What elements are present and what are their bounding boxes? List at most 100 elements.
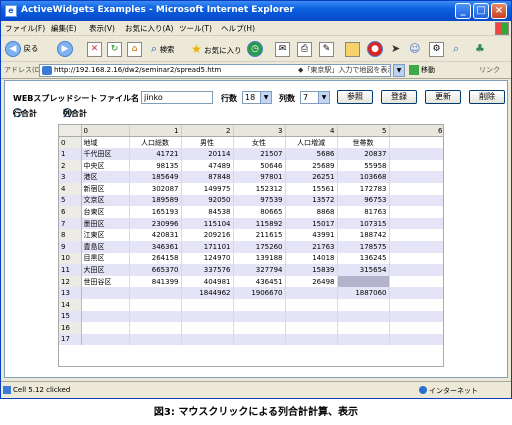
grid-cell[interactable]: 26251	[285, 171, 338, 183]
grid-cell[interactable]: 43991	[285, 229, 338, 241]
grid-cell[interactable]: 台東区	[81, 206, 130, 218]
home-button[interactable]: ⌂	[127, 40, 142, 58]
column-header[interactable]: 4	[285, 125, 338, 138]
grid-cell[interactable]	[181, 298, 234, 311]
grid-cell[interactable]: 千代田区	[81, 148, 130, 160]
grid-cell[interactable]	[337, 298, 390, 311]
grid-cell[interactable]	[389, 171, 443, 183]
stop-button[interactable]: ✕	[87, 40, 102, 58]
grid-cell[interactable]	[285, 287, 338, 299]
grid-cell[interactable]: 41721	[129, 148, 182, 160]
grid-cell[interactable]: 世帯数	[337, 136, 390, 149]
row-header[interactable]: 12	[59, 275, 82, 288]
grid-cell[interactable]: 315654	[337, 264, 390, 276]
stop-sign-button[interactable]: ●	[367, 40, 383, 58]
back-button[interactable]: ◀ 戻る	[5, 40, 38, 58]
grid-cell[interactable]: 50646	[233, 159, 286, 172]
grid-cell[interactable]: 豊島区	[81, 240, 130, 253]
grid-cell[interactable]: 1844962	[181, 287, 234, 299]
grid-cell[interactable]: 841399	[129, 275, 182, 288]
grid-cell[interactable]	[337, 322, 390, 334]
grid-cell[interactable]: 149975	[181, 182, 234, 195]
row-header[interactable]: 15	[59, 310, 82, 323]
grid-cell[interactable]: 337576	[181, 264, 234, 276]
column-header[interactable]: 2	[181, 125, 234, 138]
grid-cell[interactable]	[389, 206, 443, 218]
minimize-button[interactable]: _	[455, 3, 471, 19]
grid-cell[interactable]: 新宿区	[81, 182, 130, 195]
grid-cell[interactable]: 中央区	[81, 159, 130, 172]
grid-cell[interactable]: 14018	[285, 252, 338, 265]
grid-cell[interactable]: 107315	[337, 217, 390, 230]
grid-cell[interactable]	[389, 148, 443, 160]
cols-select[interactable]: 7 ▼	[300, 91, 330, 104]
grid-cell[interactable]: 420831	[129, 229, 182, 241]
update-button[interactable]: 更新	[425, 90, 461, 104]
grid-cell[interactable]: 124970	[181, 252, 234, 265]
grid-cell[interactable]	[81, 298, 130, 311]
go-button[interactable]: 移動	[409, 64, 443, 77]
grid-cell[interactable]	[181, 333, 234, 346]
grid-cell[interactable]: 97801	[233, 171, 286, 183]
search-button[interactable]: ⌕ 検索	[151, 40, 175, 58]
grid-cell[interactable]: 264158	[129, 252, 182, 265]
grid-cell[interactable]	[285, 333, 338, 346]
maximize-button[interactable]: □	[473, 3, 489, 19]
links-button[interactable]: リンク	[479, 65, 500, 75]
grid-cell[interactable]: 1906670	[233, 287, 286, 299]
cursor-button[interactable]: ➤	[391, 40, 400, 58]
grid-cell[interactable]: 47489	[181, 159, 234, 172]
grid-cell[interactable]: 江東区	[81, 229, 130, 241]
grid-cell[interactable]: 136245	[337, 252, 390, 265]
grid-cell[interactable]: 152312	[233, 182, 286, 195]
grid-cell[interactable]: 96753	[337, 194, 390, 207]
grid-cell[interactable]: 女性	[233, 136, 286, 149]
address-input[interactable]: http://192.168.2.16/dw2/seminar2/spread5…	[39, 64, 391, 77]
grid-cell[interactable]: 15017	[285, 217, 338, 230]
row-header[interactable]: 6	[59, 206, 82, 218]
row-header[interactable]: 8	[59, 229, 82, 241]
rows-select[interactable]: 18 ▼	[242, 91, 272, 104]
grid-cell[interactable]	[81, 310, 130, 323]
print-button[interactable]: ⎙	[297, 40, 312, 58]
grid-cell[interactable]: 目黒区	[81, 252, 130, 265]
row-header[interactable]: 9	[59, 240, 82, 253]
grid-cell[interactable]: 165193	[129, 206, 182, 218]
grid-cell[interactable]	[389, 252, 443, 265]
favorites-button[interactable]: ★ お気に入り	[191, 40, 242, 58]
folder-button[interactable]	[345, 40, 360, 58]
row-header[interactable]: 7	[59, 217, 82, 230]
row-header[interactable]: 0	[59, 136, 82, 149]
research-button[interactable]: ⌕	[453, 40, 459, 58]
grid-cell[interactable]	[233, 310, 286, 323]
grid-cell[interactable]	[129, 298, 182, 311]
grid-cell[interactable]: 墨田区	[81, 217, 130, 230]
grid-cell[interactable]	[389, 333, 443, 346]
grid-cell[interactable]: 115104	[181, 217, 234, 230]
grid-cell[interactable]	[389, 194, 443, 207]
grid-cell[interactable]	[389, 159, 443, 172]
grid-cell[interactable]: 115892	[233, 217, 286, 230]
grid-cell[interactable]	[389, 322, 443, 334]
tools-button[interactable]: ⚙	[429, 40, 444, 58]
grid-cell[interactable]	[81, 287, 130, 299]
filename-input[interactable]: jinko	[141, 91, 213, 104]
grid-cell[interactable]: 230996	[129, 217, 182, 230]
column-header[interactable]: 0	[81, 125, 130, 138]
grid-cell[interactable]: 25689	[285, 159, 338, 172]
column-header[interactable]: 1	[129, 125, 182, 138]
grid-cell[interactable]	[81, 333, 130, 346]
grid-cell[interactable]	[233, 322, 286, 334]
register-button[interactable]: 登録	[381, 90, 417, 104]
grid-cell[interactable]: 98135	[129, 159, 182, 172]
grid-cell[interactable]: 211615	[233, 229, 286, 241]
close-button[interactable]: ×	[491, 3, 507, 19]
translate-button[interactable]: ♣	[475, 40, 485, 58]
grid-cell[interactable]	[129, 322, 182, 334]
grid-cell[interactable]	[389, 264, 443, 276]
grid-cell[interactable]	[389, 287, 443, 299]
refresh-button[interactable]: ↻	[107, 40, 122, 58]
grid-cell[interactable]: 327794	[233, 264, 286, 276]
grid-cell[interactable]	[233, 298, 286, 311]
grid-cell[interactable]: 189589	[129, 194, 182, 207]
